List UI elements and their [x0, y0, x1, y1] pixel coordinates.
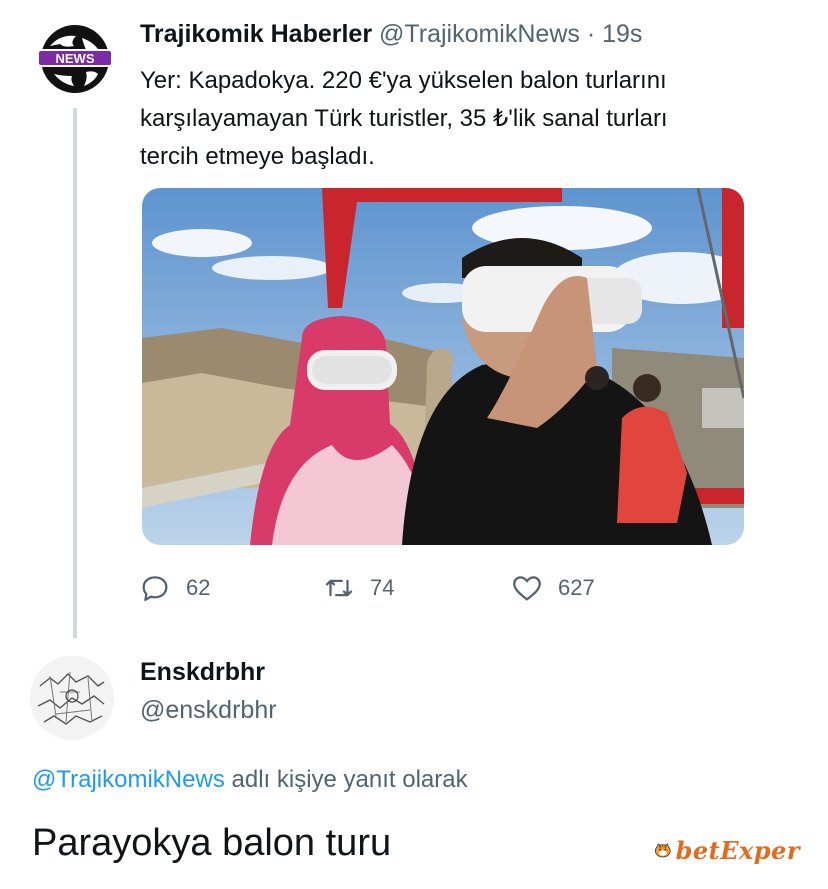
replying-to-text: adlı kişiye yanıt olarak [224, 766, 468, 793]
reply-text: Parayokya balon turu [32, 822, 392, 864]
tweet-text-line: tercih etmeye başladı. [140, 143, 375, 170]
news-logo-text: NEWS [56, 51, 95, 66]
author-handle[interactable]: @TrajikomikNews [379, 20, 580, 48]
tweet-header: Trajikomik Haberler @TrajikomikNews · 19… [140, 20, 642, 49]
news-avatar[interactable]: NEWS [32, 16, 118, 102]
sketch-avatar-image [30, 656, 114, 740]
watermark: betExper [654, 830, 800, 870]
reply-avatar[interactable] [30, 656, 114, 740]
retweet-icon [325, 579, 353, 597]
reply-count: 62 [186, 575, 211, 600]
reply-action[interactable]: 62 [138, 568, 210, 608]
tweet-text-line: karşılayamayan Türk turistler, 35 ₺'lik … [140, 105, 668, 132]
like-count: 627 [558, 575, 595, 600]
separator-dot: · [586, 20, 596, 48]
reply-author-name[interactable]: Enskdrbhr [140, 658, 265, 687]
comment-icon [142, 576, 168, 602]
tiger-mascot-icon [654, 843, 671, 858]
tweet-text: Yer: Kapadokya. 220 €'ya yükselen balon … [140, 62, 780, 176]
like-action[interactable]: 627 [510, 568, 595, 608]
tweet-actions: 62 74 627 [138, 568, 638, 608]
watermark-text: betExper [675, 835, 800, 865]
retweet-count: 74 [370, 575, 395, 600]
author-name[interactable]: Trajikomik Haberler [140, 20, 372, 48]
heart-icon [513, 576, 541, 601]
tweet-photo[interactable] [142, 188, 744, 545]
replying-to: @TrajikomikNews adlı kişiye yanıt olarak [32, 766, 468, 794]
tweet-time[interactable]: 19s [602, 20, 642, 48]
vr-tourists-photo [142, 188, 744, 545]
reply-author-handle[interactable]: @enskdrbhr [140, 696, 277, 725]
globe-news-logo: NEWS [34, 18, 116, 100]
retweet-action[interactable]: 74 [322, 568, 394, 608]
thread-line [73, 108, 77, 638]
replying-to-link[interactable]: @TrajikomikNews [32, 766, 225, 793]
tweet-text-line: Yer: Kapadokya. 220 €'ya yükselen balon … [140, 67, 667, 94]
